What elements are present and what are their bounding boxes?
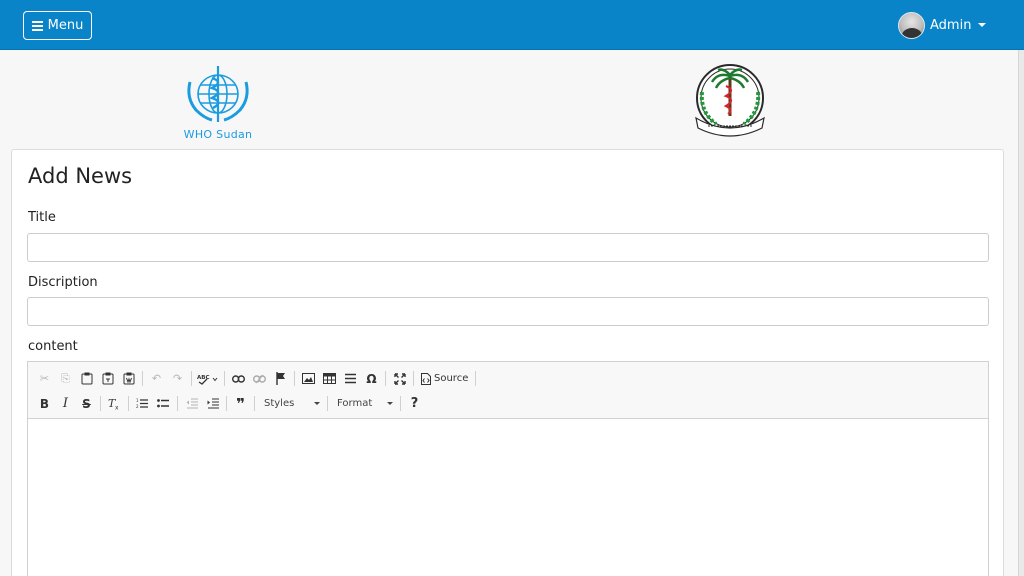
- user-dropdown[interactable]: Admin: [898, 11, 987, 39]
- paste-icon[interactable]: [76, 368, 97, 389]
- source-icon: [421, 372, 431, 385]
- menu-label: Menu: [47, 18, 84, 33]
- toolbar-separator: [128, 396, 129, 411]
- bulleted-list-icon[interactable]: [153, 393, 174, 414]
- toolbar-separator: [226, 396, 227, 411]
- scrollbar[interactable]: [1018, 50, 1024, 576]
- title-input[interactable]: [27, 233, 989, 262]
- source-button[interactable]: Source: [417, 368, 472, 389]
- who-emblem-icon: [187, 66, 249, 122]
- bold-icon[interactable]: B: [34, 393, 55, 414]
- rich-text-editor: ✂ ⎘ ↶ ↷ ABC Ω Source B I S T x 1 2 ❞ Sty…: [27, 361, 989, 576]
- toolbar-separator: [191, 371, 192, 386]
- strike-icon[interactable]: S: [76, 393, 97, 414]
- top-navbar: Menu Admin: [0, 0, 1024, 50]
- svg-text:x: x: [115, 405, 119, 411]
- toolbar-separator: [413, 371, 414, 386]
- description-label: Discription: [28, 275, 98, 290]
- horizontal-rule-icon[interactable]: [340, 368, 361, 389]
- paste-text-icon[interactable]: [97, 368, 118, 389]
- maximize-icon[interactable]: [389, 368, 410, 389]
- image-icon[interactable]: [298, 368, 319, 389]
- italic-icon[interactable]: I: [55, 393, 76, 414]
- toolbar-separator: [294, 371, 295, 386]
- toolbar-separator: [100, 396, 101, 411]
- who-logo: WHO Sudan: [182, 64, 254, 141]
- svg-text:ABC: ABC: [197, 375, 210, 381]
- spellcheck-icon[interactable]: ABC: [195, 368, 221, 389]
- redo-icon[interactable]: ↷: [167, 368, 188, 389]
- styles-label: Styles: [264, 398, 295, 409]
- add-news-panel: Add News Title Discription content ✂ ⎘ ↶: [11, 149, 1004, 576]
- undo-icon[interactable]: ↶: [146, 368, 167, 389]
- copy-icon[interactable]: ⎘: [55, 368, 76, 389]
- link-icon[interactable]: [228, 368, 249, 389]
- cut-icon[interactable]: ✂: [34, 368, 55, 389]
- svg-text:1: 1: [136, 398, 139, 403]
- paste-word-icon[interactable]: [118, 368, 139, 389]
- indent-icon[interactable]: [202, 393, 223, 414]
- caret-down-icon: [387, 402, 393, 405]
- table-icon[interactable]: [319, 368, 340, 389]
- toolbar-row-1: ✂ ⎘ ↶ ↷ ABC Ω Source: [34, 366, 982, 391]
- ministry-logo: [688, 62, 772, 138]
- toolbar-separator: [385, 371, 386, 386]
- hamburger-icon: [31, 20, 43, 31]
- styles-dropdown[interactable]: Styles: [258, 394, 324, 413]
- remove-format-icon[interactable]: Tx: [104, 393, 125, 414]
- caret-down-icon: [314, 402, 320, 405]
- source-label: Source: [434, 373, 469, 384]
- format-label: Format: [337, 398, 373, 409]
- toolbar-separator: [475, 371, 477, 386]
- caret-down-icon: [978, 23, 987, 27]
- user-name: Admin: [930, 17, 972, 33]
- special-char-icon[interactable]: Ω: [361, 368, 382, 389]
- blockquote-icon[interactable]: ❞: [230, 393, 251, 414]
- numbered-list-icon[interactable]: 12: [132, 393, 153, 414]
- who-caption: WHO Sudan: [183, 128, 253, 141]
- toolbar-separator: [177, 396, 178, 411]
- title-label: Title: [28, 210, 56, 225]
- help-icon[interactable]: ?: [404, 393, 425, 414]
- editor-content-area[interactable]: [28, 419, 988, 576]
- toolbar-separator: [224, 371, 225, 386]
- toolbar-row-2: B I S Tx 12 ❞ Styles Format ?: [34, 391, 982, 416]
- outdent-icon[interactable]: [181, 393, 202, 414]
- anchor-flag-icon[interactable]: [270, 368, 291, 389]
- toolbar-separator: [254, 396, 255, 411]
- page-title: Add News: [28, 164, 133, 188]
- description-input[interactable]: [27, 297, 989, 326]
- format-dropdown[interactable]: Format: [331, 394, 397, 413]
- toolbar-separator: [142, 371, 143, 386]
- content-label: content: [28, 339, 78, 354]
- svg-text:2: 2: [136, 404, 139, 409]
- toolbar-separator: [327, 396, 328, 411]
- avatar: [898, 11, 925, 39]
- toolbar-separator: [400, 396, 401, 411]
- ministry-emblem-icon: [695, 64, 765, 137]
- unlink-icon[interactable]: [249, 368, 270, 389]
- editor-toolbar: ✂ ⎘ ↶ ↷ ABC Ω Source B I S T x 1 2 ❞ Sty…: [28, 362, 988, 419]
- menu-button[interactable]: Menu: [23, 11, 92, 40]
